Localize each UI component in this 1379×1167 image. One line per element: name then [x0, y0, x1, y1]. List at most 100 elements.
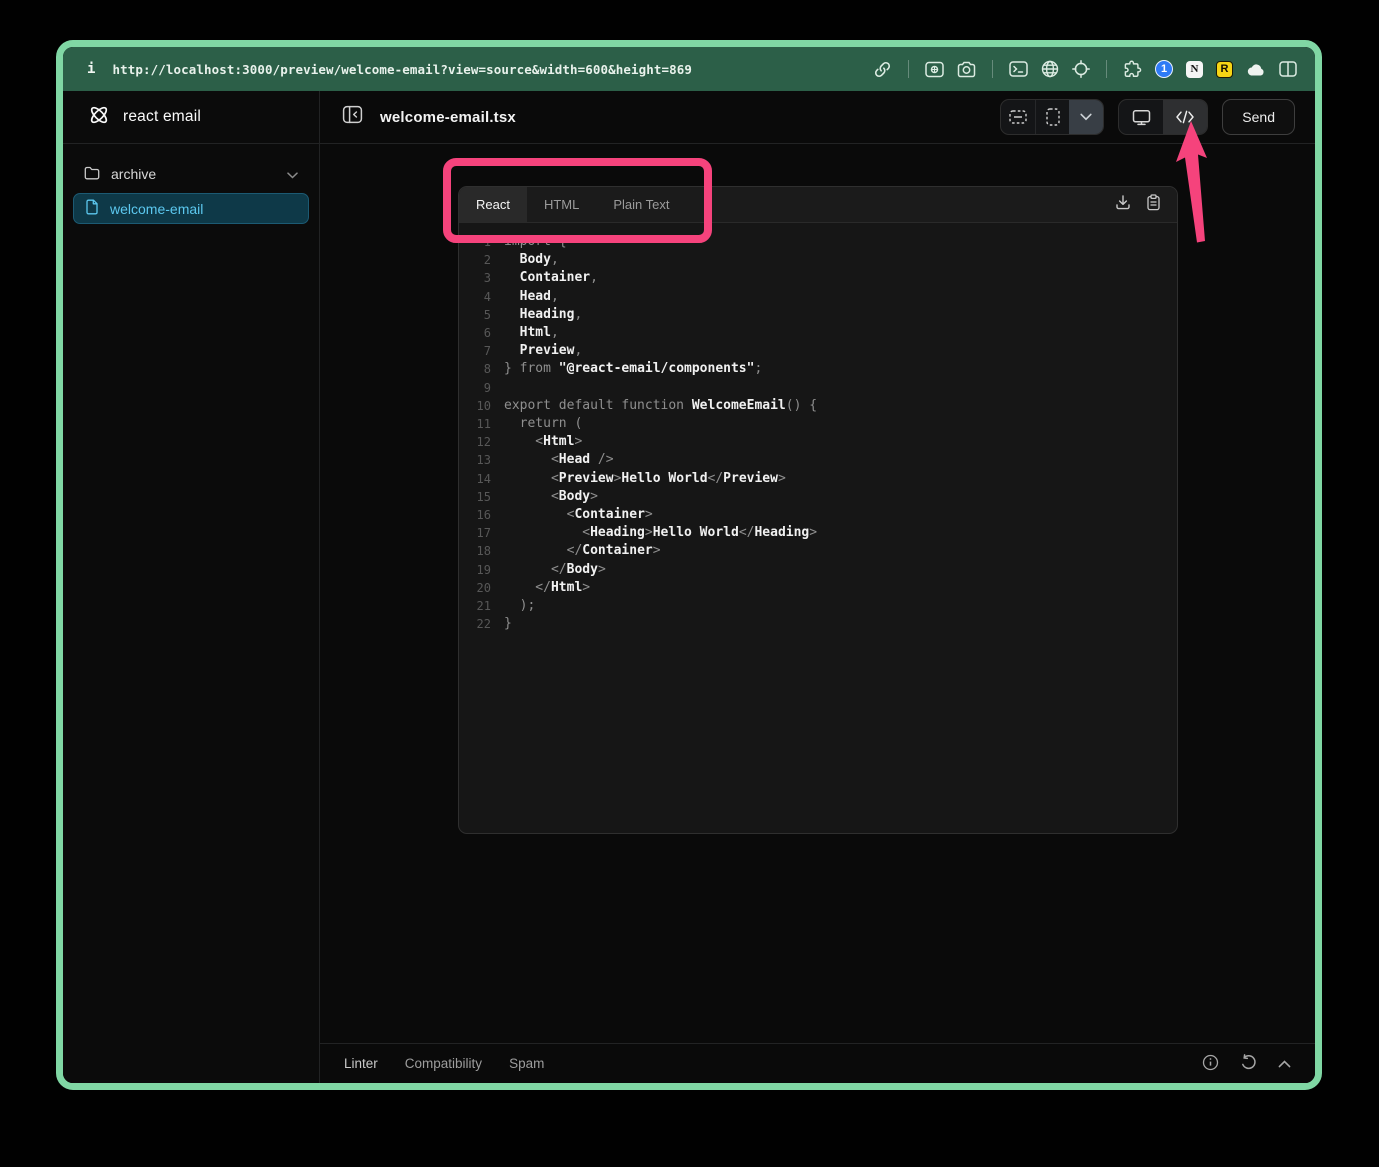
chevron-down-icon[interactable]	[287, 166, 298, 182]
globe-icon[interactable]	[1041, 60, 1059, 78]
reader-extension-icon[interactable]: R	[1216, 61, 1233, 78]
code-line: 8} from "@react-email/components";	[459, 360, 1177, 378]
sidebar-item-archive[interactable]: archive	[73, 159, 309, 189]
extensions-puzzle-icon[interactable]	[1123, 60, 1142, 79]
code-editor[interactable]: 1import {2 Body,3 Container,4 Head,5 Hea…	[459, 223, 1177, 633]
line-number: 7	[459, 342, 491, 360]
line-number: 10	[459, 397, 491, 415]
line-number: 20	[459, 579, 491, 597]
line-number: 8	[459, 360, 491, 378]
sidebar-item-label: archive	[111, 166, 156, 182]
sidebar: react email archive welcome-email	[63, 91, 320, 1083]
source-mode-button[interactable]	[1163, 100, 1207, 134]
file-icon	[85, 199, 99, 218]
line-number: 9	[459, 379, 491, 397]
site-info-icon[interactable]: i	[87, 61, 95, 77]
info-icon[interactable]	[1202, 1054, 1219, 1074]
code-line: 21 );	[459, 597, 1177, 615]
notion-extension-icon[interactable]: N	[1186, 61, 1203, 78]
sidebar-item-welcome-email[interactable]: welcome-email	[73, 193, 309, 224]
line-number: 5	[459, 306, 491, 324]
line-number: 21	[459, 597, 491, 615]
copy-link-icon[interactable]	[873, 60, 892, 79]
code-line: 12 <Html>	[459, 433, 1177, 451]
viewport-dropdown-button[interactable]	[1069, 100, 1103, 134]
crosshair-icon[interactable]	[1072, 60, 1090, 78]
code-line: 14 <Preview>Hello World</Preview>	[459, 470, 1177, 488]
line-number: 15	[459, 488, 491, 506]
tab-html[interactable]: HTML	[527, 187, 596, 222]
desktop-background: i http://localhost:3000/preview/welcome-…	[0, 0, 1379, 1167]
sidebar-header: react email	[63, 91, 319, 144]
terminal-icon[interactable]	[1009, 61, 1028, 77]
tab-react[interactable]: React	[459, 187, 527, 222]
line-number: 13	[459, 451, 491, 469]
preview-mode-button[interactable]	[1119, 100, 1163, 134]
line-number: 19	[459, 561, 491, 579]
code-line: 17 <Heading>Hello World</Heading>	[459, 524, 1177, 542]
viewport-desktop-button[interactable]	[1001, 100, 1035, 134]
line-number: 18	[459, 542, 491, 560]
line-number: 3	[459, 269, 491, 287]
split-view-icon[interactable]	[1279, 61, 1297, 77]
view-mode-toggle	[1118, 99, 1208, 135]
toolbar-divider	[1106, 60, 1107, 78]
code-line: 11 return (	[459, 415, 1177, 433]
main-area: welcome-email.tsx Send	[320, 91, 1315, 1083]
code-view-tabs: ReactHTMLPlain Text	[459, 187, 687, 222]
line-number: 17	[459, 524, 491, 542]
sidebar-tree: archive welcome-email	[63, 144, 319, 239]
bottom-tab-linter[interactable]: Linter	[344, 1056, 378, 1071]
code-line: 9	[459, 379, 1177, 397]
browser-window: i http://localhost:3000/preview/welcome-…	[56, 40, 1322, 1090]
download-icon[interactable]	[1115, 194, 1131, 215]
code-line: 3 Container,	[459, 269, 1177, 287]
viewport-controls	[1000, 99, 1104, 135]
camera-icon[interactable]	[957, 61, 976, 78]
code-line: 10export default function WelcomeEmail()…	[459, 397, 1177, 415]
chevron-up-icon[interactable]	[1278, 1056, 1291, 1071]
header-controls: Send	[1000, 99, 1295, 135]
code-panel-actions	[1115, 187, 1177, 222]
bottom-tab-spam[interactable]: Spam	[509, 1056, 544, 1071]
page-title: welcome-email.tsx	[380, 109, 516, 126]
code-line: 1import {	[459, 233, 1177, 251]
toolbar-divider	[992, 60, 993, 78]
send-button[interactable]: Send	[1222, 99, 1295, 135]
code-line: 20 </Html>	[459, 579, 1177, 597]
line-number: 11	[459, 415, 491, 433]
url-field[interactable]: http://localhost:3000/preview/welcome-em…	[112, 62, 692, 77]
react-email-logo-icon	[87, 103, 111, 132]
tab-plain-text[interactable]: Plain Text	[596, 187, 686, 222]
line-number: 6	[459, 324, 491, 342]
code-line: 5 Heading,	[459, 306, 1177, 324]
line-number: 1	[459, 233, 491, 251]
line-number: 16	[459, 506, 491, 524]
viewport-mobile-button[interactable]	[1035, 100, 1069, 134]
toolbar-divider	[908, 60, 909, 78]
code-line: 22}	[459, 615, 1177, 633]
bottom-bar: Linter Compatibility Spam	[320, 1043, 1315, 1083]
screenshot-library-icon[interactable]	[925, 61, 944, 78]
reset-icon[interactable]	[1240, 1054, 1257, 1074]
line-number: 12	[459, 433, 491, 451]
line-number: 14	[459, 470, 491, 488]
browser-toolbar-icons: 1 N R	[873, 60, 1297, 79]
main-body: ReactHTMLPlain Text 1import {2 Body,3 Co…	[320, 144, 1315, 1043]
bottom-tab-compatibility[interactable]: Compatibility	[405, 1056, 482, 1071]
code-line: 4 Head,	[459, 288, 1177, 306]
line-number: 4	[459, 288, 491, 306]
react-email-app: react email archive welcome-email	[63, 91, 1315, 1083]
bottom-tabs: Linter Compatibility Spam	[344, 1056, 544, 1071]
sidebar-item-label: welcome-email	[110, 201, 203, 217]
code-line: 6 Html,	[459, 324, 1177, 342]
line-number: 22	[459, 615, 491, 633]
cloud-icon[interactable]	[1246, 62, 1266, 77]
main-header: welcome-email.tsx Send	[320, 91, 1315, 144]
code-line: 16 <Container>	[459, 506, 1177, 524]
copy-clipboard-icon[interactable]	[1146, 194, 1161, 216]
onepassword-extension-icon[interactable]: 1	[1155, 60, 1173, 78]
folder-icon	[84, 166, 100, 183]
source-code-panel: ReactHTMLPlain Text 1import {2 Body,3 Co…	[458, 186, 1178, 834]
collapse-sidebar-icon[interactable]	[342, 104, 363, 130]
